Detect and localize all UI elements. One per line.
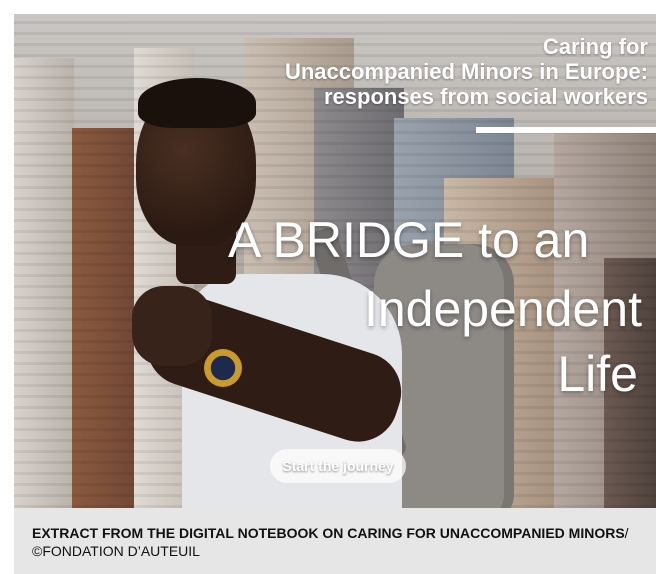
fist — [132, 286, 212, 366]
hero-title-line: Caring for — [542, 34, 648, 59]
hero-title: Caring for Unaccompanied Minors in Europ… — [228, 34, 648, 109]
watch — [204, 349, 242, 387]
hero-title-line: Unaccompanied Minors in Europe: — [284, 59, 648, 84]
headline-line-1: A BRIDGE to an — [228, 212, 590, 268]
title-underline — [476, 127, 656, 133]
hero-title-line: responses from social workers — [323, 84, 648, 109]
caption-bar: EXTRACT FROM THE DIGITAL NOTEBOOK ON CAR… — [14, 508, 656, 574]
caption-text: EXTRACT FROM THE DIGITAL NOTEBOOK ON CAR… — [32, 524, 632, 560]
headline-line-3: Life — [557, 346, 638, 402]
caption-title: EXTRACT FROM THE DIGITAL NOTEBOOK ON CAR… — [32, 525, 625, 541]
start-journey-button[interactable]: Start the journey — [270, 449, 406, 483]
hero-banner: Caring for Unaccompanied Minors in Europ… — [14, 14, 656, 508]
headline-line-2: Independent — [363, 281, 642, 337]
